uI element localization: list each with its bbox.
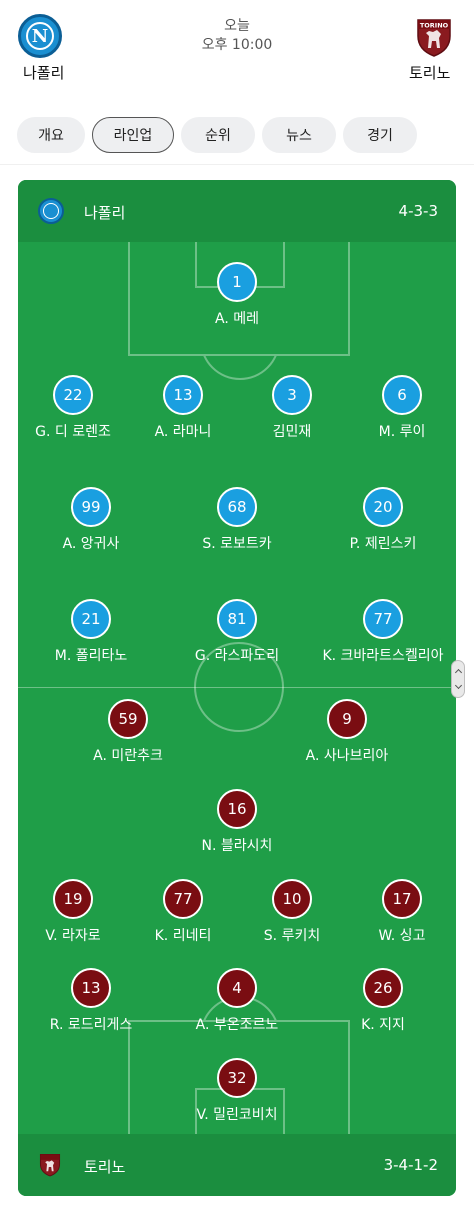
tab-standings[interactable]: 순위: [181, 117, 255, 153]
player-number: 21: [71, 599, 111, 639]
player-number: 77: [363, 599, 403, 639]
tab-news[interactable]: 뉴스: [262, 117, 336, 153]
player-name: K. 크바라트스켈리아: [322, 648, 444, 664]
scroll-handle-icon[interactable]: [451, 660, 465, 698]
svg-text:TORINO: TORINO: [420, 22, 449, 30]
player-number: 68: [217, 487, 257, 527]
match-time: 오후 10:00: [201, 37, 273, 53]
napoli-logo-icon[interactable]: N: [18, 14, 62, 58]
player-home-mf[interactable]: 99 A. 앙귀사: [18, 487, 166, 553]
tab-matches[interactable]: 경기: [343, 117, 417, 153]
divider: [0, 164, 474, 165]
player-name: A. 부온조르노: [195, 1017, 279, 1033]
player-number: 1: [217, 262, 257, 302]
player-away-mf[interactable]: 17 W. 싱고: [327, 879, 456, 945]
player-number: 10: [272, 879, 312, 919]
player-away-df[interactable]: 13 R. 로드리게스: [18, 968, 166, 1034]
player-name: S. 로보트카: [202, 536, 272, 552]
player-number: 77: [163, 879, 203, 919]
player-away-gk[interactable]: 32 V. 밀린코비치: [162, 1058, 312, 1124]
match-day: 오늘: [224, 18, 250, 34]
player-home-fw[interactable]: 77 K. 크바라트스켈리아: [308, 599, 456, 665]
player-number: 13: [163, 375, 203, 415]
tab-bar: 개요 라인업 순위 뉴스 경기: [17, 117, 417, 153]
player-name: A. 앙귀사: [62, 536, 120, 552]
player-name: P. 제린스키: [349, 536, 417, 552]
player-number: 13: [71, 968, 111, 1008]
player-away-fw[interactable]: 59 A. 미란추크: [53, 699, 203, 765]
player-number: 32: [217, 1058, 257, 1098]
home-team-name[interactable]: 나폴리: [23, 62, 64, 83]
player-name: A. 메레: [215, 311, 259, 327]
player-number: 99: [71, 487, 111, 527]
player-home-mf[interactable]: 68 S. 로보트카: [162, 487, 312, 553]
player-number: 4: [217, 968, 257, 1008]
away-lineup-header: 토리노 3-4-1-2: [18, 1134, 456, 1196]
player-number: 59: [108, 699, 148, 739]
player-home-fw[interactable]: 81 G. 라스파도리: [162, 599, 312, 665]
player-name: A. 사나브리아: [305, 748, 389, 764]
player-name: M. 루이: [378, 424, 426, 440]
tab-lineup[interactable]: 라인업: [92, 117, 174, 153]
away-team-name[interactable]: 토리노: [409, 62, 450, 83]
player-number: 9: [327, 699, 367, 739]
player-number: 17: [382, 879, 422, 919]
tab-overview[interactable]: 개요: [17, 117, 85, 153]
player-home-mf[interactable]: 20 P. 제린스키: [308, 487, 456, 553]
player-number: 20: [363, 487, 403, 527]
napoli-small-logo-icon: [38, 198, 64, 224]
home-formation: 4-3-3: [398, 202, 438, 220]
away-formation: 3-4-1-2: [383, 1156, 438, 1174]
home-lineup-team: 나폴리: [84, 204, 126, 222]
player-number: 6: [382, 375, 422, 415]
player-number: 19: [53, 879, 93, 919]
player-away-df[interactable]: 4 A. 부온조르노: [162, 968, 312, 1034]
player-name: G. 라스파도리: [194, 648, 280, 664]
player-number: 22: [53, 375, 93, 415]
player-number: 26: [363, 968, 403, 1008]
player-name: A. 미란추크: [93, 748, 163, 764]
player-number: 81: [217, 599, 257, 639]
player-away-am[interactable]: 16 N. 블라시치: [162, 789, 312, 855]
player-name: M. 폴리타노: [54, 648, 128, 664]
player-away-df[interactable]: 26 K. 지지: [308, 968, 456, 1034]
player-home-fw[interactable]: 21 M. 폴리타노: [18, 599, 166, 665]
player-home-gk[interactable]: 1 A. 메레: [162, 262, 312, 328]
torino-logo-icon[interactable]: TORINO: [414, 14, 454, 58]
player-number: 3: [272, 375, 312, 415]
player-home-df[interactable]: 6 M. 루이: [327, 375, 456, 441]
player-name: N. 블라시치: [201, 838, 273, 854]
home-lineup-header: 나폴리 4-3-3: [18, 180, 456, 242]
player-number: 16: [217, 789, 257, 829]
lineup-pitch: 나폴리 4-3-3 1 A. 메레 22 G. 디 로렌조 13 A. 라마니 …: [18, 180, 456, 1196]
player-away-fw[interactable]: 9 A. 사나브리아: [272, 699, 422, 765]
player-name: K. 지지: [361, 1017, 405, 1033]
away-lineup-team: 토리노: [84, 1158, 126, 1176]
player-name: V. 밀린코비치: [196, 1107, 278, 1123]
torino-small-logo-icon: [39, 1153, 61, 1177]
player-name: W. 싱고: [378, 928, 426, 944]
player-name: R. 로드리게스: [49, 1017, 133, 1033]
